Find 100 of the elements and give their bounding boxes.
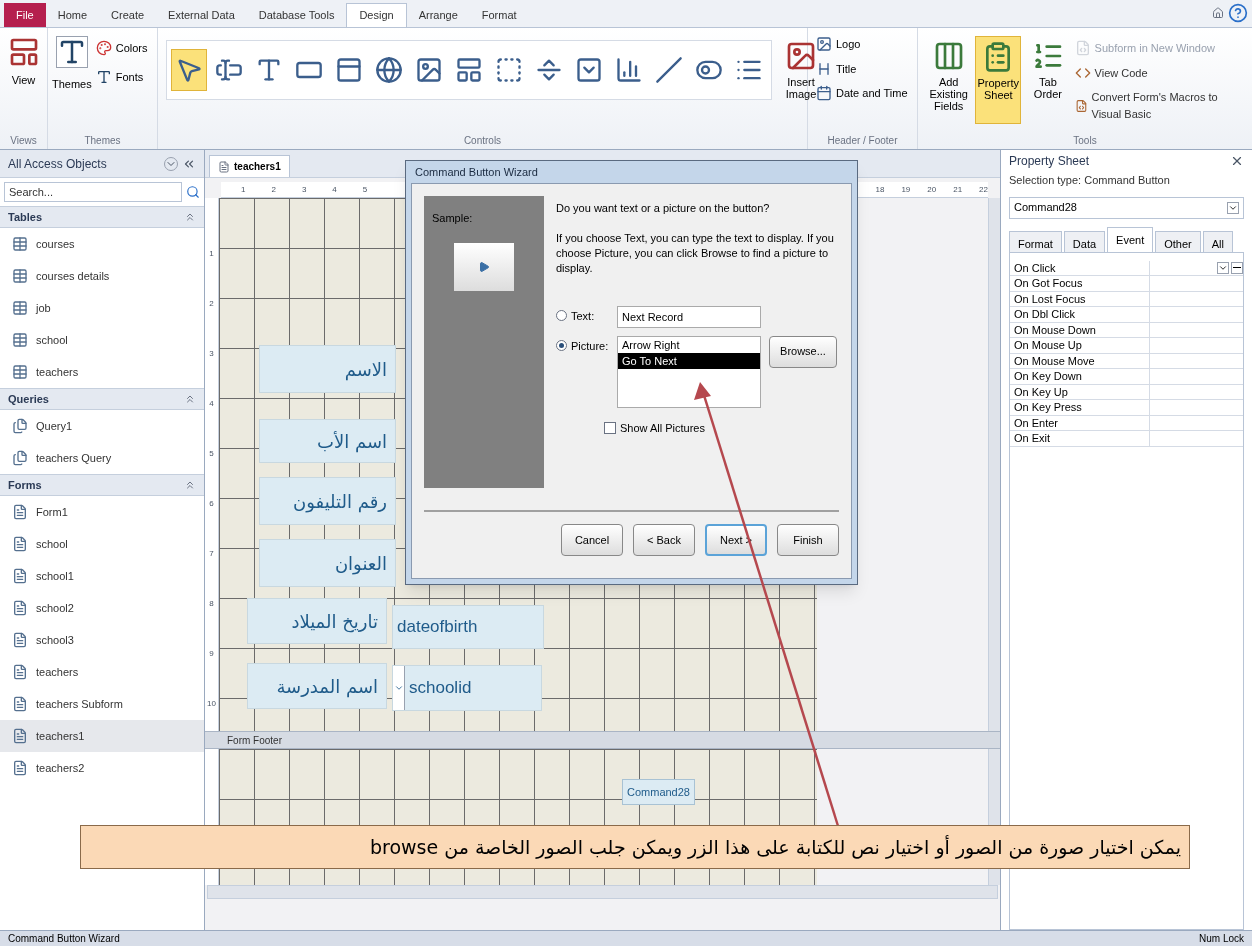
- selection-type: Selection type: Command Button: [1008, 173, 1171, 188]
- checkbox[interactable]: [604, 421, 616, 434]
- themes-button[interactable]: Themes: [52, 76, 92, 93]
- insert-image-icon: [785, 40, 817, 72]
- navigation-item[interactable]: teachers Subform: [0, 688, 204, 720]
- group-label: Tools: [1072, 135, 1098, 148]
- navigation-item[interactable]: courses details: [0, 260, 204, 292]
- vertical-scrollbar[interactable]: [988, 198, 1000, 731]
- wizard-button[interactable]: < Back: [633, 524, 695, 556]
- navigation-item[interactable]: teachers2: [0, 752, 204, 784]
- ribbon-small-button[interactable]: Convert Form's Macros to Visual Basic: [1091, 89, 1244, 122]
- table-icon: [12, 236, 28, 252]
- collapse-icon[interactable]: [184, 393, 196, 405]
- header-footer-button[interactable]: Logo: [836, 36, 861, 53]
- form-label[interactable]: الاسم: [259, 345, 396, 393]
- ribbon-tab[interactable]: Format: [469, 3, 529, 27]
- navigation-item[interactable]: school1: [0, 560, 204, 592]
- object-dropdown[interactable]: Command28: [1009, 196, 1244, 219]
- navigation-item[interactable]: school2: [0, 592, 204, 624]
- property-tab[interactable]: All: [1202, 230, 1233, 253]
- close-icon[interactable]: [1230, 154, 1244, 168]
- form-icon: [12, 568, 28, 584]
- ruler-number: 1: [209, 248, 214, 260]
- explanation-text: If you choose Text, you can type the text to display. If you choose Picture, you can click Browse to find a picture to display.: [556, 230, 835, 276]
- ribbon-tab[interactable]: External Data: [156, 3, 247, 27]
- form-label[interactable]: رقم التليفون: [259, 477, 396, 525]
- radio-button[interactable]: [556, 309, 567, 321]
- pane-title: All Access Objects: [8, 155, 108, 173]
- search-icon[interactable]: [186, 185, 200, 199]
- form-label[interactable]: تاريخ الميلاد: [247, 598, 387, 644]
- text-box[interactable]: dateofbirth: [392, 605, 544, 649]
- wizard-button[interactable]: Cancel: [561, 524, 623, 556]
- ribbon-tab[interactable]: Arrange: [406, 3, 470, 27]
- text-field[interactable]: Next Record: [617, 305, 761, 328]
- ruler-number: 8: [209, 598, 214, 610]
- navigation-item[interactable]: school3: [0, 624, 204, 656]
- section-title: Form Footer: [227, 733, 282, 748]
- navigation-item[interactable]: teachers1: [0, 720, 204, 752]
- navigation-item[interactable]: school: [0, 528, 204, 560]
- ribbon-tab[interactable]: Design: [346, 3, 407, 27]
- collapse-icon[interactable]: [184, 211, 196, 223]
- navigation-item[interactable]: teachers Query: [0, 442, 204, 474]
- ruler-number: 20: [927, 183, 937, 196]
- ribbon-large-button[interactable]: Property Sheet: [975, 36, 1022, 124]
- insert-image-button[interactable]: Insert Image: [780, 76, 822, 100]
- navigation-item[interactable]: Form1: [0, 496, 204, 528]
- ribbon-tab[interactable]: Create: [99, 3, 157, 27]
- dropdown-icon[interactable]: [1217, 261, 1229, 274]
- horizontal-scrollbar[interactable]: [207, 885, 998, 899]
- form-label[interactable]: اسم الأب: [259, 419, 396, 463]
- navigation-item[interactable]: school: [0, 324, 204, 356]
- document-tab[interactable]: teachers1: [209, 155, 290, 177]
- header-footer-button[interactable]: Date and Time: [836, 85, 908, 102]
- fonts-button[interactable]: Fonts: [115, 68, 144, 85]
- navigation-item[interactable]: job: [0, 292, 204, 324]
- property-tab[interactable]: Other: [1155, 230, 1201, 253]
- help-icon[interactable]: [1228, 3, 1248, 23]
- ribbon-tab[interactable]: Database Tools: [246, 3, 347, 27]
- navigation-item[interactable]: Query1: [0, 410, 204, 442]
- navigation-item[interactable]: courses: [0, 228, 204, 260]
- ruler-number: 9: [209, 648, 214, 660]
- form-icon: [12, 504, 28, 520]
- property-tab[interactable]: Event: [1107, 226, 1154, 253]
- ribbon-large-button[interactable]: Add Existing Fields: [926, 36, 972, 124]
- group-header[interactable]: Tables: [0, 206, 204, 228]
- option-label: Picture:: [571, 338, 610, 354]
- wizard-button[interactable]: Finish: [777, 524, 839, 556]
- group-header[interactable]: Queries: [0, 388, 204, 410]
- picture-list[interactable]: Arrow Right Go To Next: [617, 335, 761, 408]
- form-label[interactable]: العنوان: [259, 539, 396, 587]
- ribbon-tab[interactable]: File: [4, 3, 46, 27]
- pointer-icon[interactable]: [171, 49, 207, 91]
- colors-button[interactable]: Colors: [115, 40, 148, 57]
- property-name: On Got Focus: [1010, 276, 1150, 291]
- list-item[interactable]: Arrow Right: [618, 336, 760, 353]
- combo-box[interactable]: schoolid: [392, 665, 542, 711]
- view-button[interactable]: View: [11, 72, 36, 89]
- navigation-item[interactable]: teachers: [0, 356, 204, 388]
- collapse-icon[interactable]: [184, 479, 196, 491]
- question-text: Do you want text or a picture on the button?: [556, 201, 771, 216]
- property-name: On Click: [1010, 260, 1150, 275]
- ribbon-small-button[interactable]: View Code: [1094, 64, 1148, 81]
- home-icon[interactable]: [1212, 7, 1224, 19]
- search-field[interactable]: Search...: [4, 182, 182, 202]
- navigation-item[interactable]: teachers: [0, 656, 204, 688]
- group-header[interactable]: Forms: [0, 474, 204, 496]
- form-label[interactable]: اسم المدرسة: [247, 663, 387, 709]
- command-button[interactable]: Command28: [622, 779, 695, 805]
- property-tab[interactable]: Data: [1063, 230, 1106, 253]
- browse-button[interactable]: Browse...: [769, 335, 837, 368]
- ribbon-tab[interactable]: Home: [45, 3, 100, 27]
- checkbox-label: Show All Pictures: [620, 420, 705, 436]
- radio-button[interactable]: [556, 339, 567, 351]
- ribbon-large-button[interactable]: Tab Order: [1025, 36, 1071, 124]
- table-icon: [12, 332, 28, 348]
- property-tab[interactable]: Format: [1009, 230, 1062, 253]
- builder-icon[interactable]: [1231, 261, 1243, 274]
- list-item[interactable]: Go To Next: [618, 352, 760, 369]
- dropdown-icon[interactable]: [1227, 201, 1239, 214]
- header-footer-button[interactable]: Title: [836, 60, 857, 77]
